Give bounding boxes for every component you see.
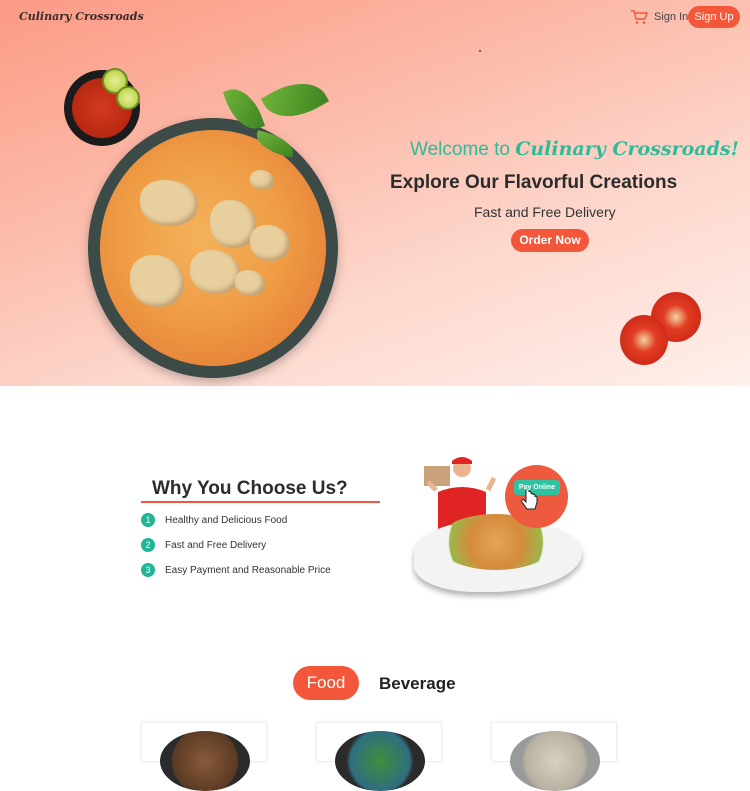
tab-food[interactable]: Food xyxy=(293,666,359,700)
navbar: Culinary Crossroads Sign In Sign Up xyxy=(0,0,750,34)
hand-cursor-icon xyxy=(521,490,538,510)
feature-item: 1 Healthy and Delicious Food xyxy=(141,513,287,529)
site-logo[interactable]: Culinary Crossroads xyxy=(19,10,144,23)
dish-image xyxy=(335,731,425,791)
feature-item: 3 Easy Payment and Reasonable Price xyxy=(141,563,331,579)
welcome-heading: Welcome to Culinary Crossroads! xyxy=(410,138,739,160)
cart-icon[interactable] xyxy=(630,9,648,25)
feature-number-badge: 3 xyxy=(141,563,155,578)
menu-card[interactable] xyxy=(491,722,617,791)
why-choose-us-title: Why You Choose Us? xyxy=(152,478,348,499)
chili-sauce-bowl-image xyxy=(64,68,140,146)
dish-image xyxy=(510,731,600,791)
sign-in-link[interactable]: Sign In xyxy=(654,11,688,23)
feature-label: Easy Payment and Reasonable Price xyxy=(165,565,331,576)
decor-dot xyxy=(479,50,481,52)
feature-item: 2 Fast and Free Delivery xyxy=(141,538,266,554)
tab-beverage[interactable]: Beverage xyxy=(379,674,456,694)
feature-label: Fast and Free Delivery xyxy=(165,540,267,551)
feature-number-badge: 2 xyxy=(141,538,155,553)
sign-up-button[interactable]: Sign Up xyxy=(688,6,740,28)
menu-card[interactable] xyxy=(141,722,267,791)
menu-card[interactable] xyxy=(316,722,442,791)
hero-section: Culinary Crossroads Sign In Sign Up Welc… xyxy=(0,0,750,386)
basil-leaf-image xyxy=(260,69,330,131)
dish-image xyxy=(160,731,250,791)
feature-number-badge: 1 xyxy=(141,513,155,528)
feature-label: Healthy and Delicious Food xyxy=(165,515,288,526)
curry-bowl-image xyxy=(88,118,338,378)
hero-subtitle: Fast and Free Delivery xyxy=(474,204,616,220)
order-now-button[interactable]: Order Now xyxy=(511,229,589,252)
tomato-slice-image xyxy=(620,315,668,365)
title-underline xyxy=(141,501,380,503)
hero-title: Explore Our Flavorful Creations xyxy=(390,172,678,193)
